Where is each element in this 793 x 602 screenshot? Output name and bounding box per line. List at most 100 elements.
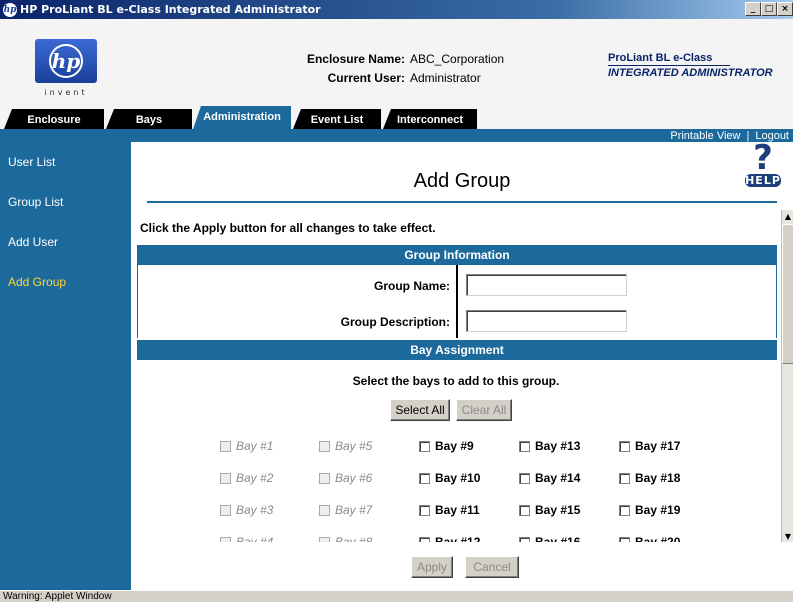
bay-checkbox (220, 504, 231, 516)
form-actions: Apply Cancel (131, 544, 793, 590)
window-titlebar: hp HP ProLiant BL e-Class Integrated Adm… (0, 0, 793, 19)
bay-label: Bay #8 (335, 535, 373, 542)
tab-interconnect[interactable]: Interconnect (383, 109, 477, 129)
bay-checkbox-item: Bay #5 (319, 439, 372, 453)
bay-label: Bay #6 (335, 471, 373, 485)
bay-checkbox[interactable] (619, 440, 630, 452)
bay-label: Bay #16 (535, 535, 581, 542)
hp-logo: hp invent (35, 39, 97, 107)
title-divider (147, 201, 777, 203)
current-user-label: Current User: (327, 71, 405, 85)
bay-label: Bay #15 (535, 503, 581, 517)
page-title: Add Group (413, 170, 511, 192)
form-scroll-area[interactable]: Click the Apply button for all changes t… (131, 210, 781, 542)
sidebar-item-add-group[interactable]: Add Group (8, 276, 88, 289)
bay-checkbox-item: Bay #6 (319, 471, 372, 485)
bay-checkbox-item[interactable]: Bay #9 (419, 439, 474, 453)
help-label: HELP (745, 174, 781, 187)
bay-label: Bay #4 (236, 535, 274, 542)
group-information-header: Group Information (137, 245, 777, 265)
bay-label: Bay #10 (435, 471, 481, 485)
hp-logo-mark: hp (49, 44, 83, 78)
bay-label: Bay #14 (535, 471, 581, 485)
apply-button[interactable]: Apply (411, 556, 453, 578)
bay-checkbox-item[interactable]: Bay #14 (519, 471, 580, 485)
bay-checkbox-item: Bay #2 (220, 471, 273, 485)
sidebar: User List Group List Add User Add Group (0, 142, 131, 590)
close-button[interactable]: × (777, 2, 793, 16)
window-controls: _ □ × (745, 2, 793, 16)
maximize-button[interactable]: □ (761, 2, 777, 16)
select-all-button[interactable]: Select All (390, 399, 450, 421)
bay-checkbox-item[interactable]: Bay #20 (619, 535, 680, 542)
bay-checkbox-item[interactable]: Bay #13 (519, 439, 580, 453)
brand-line-2: INTEGRATED ADMINISTRATOR (608, 67, 773, 79)
bay-label: Bay #19 (635, 503, 681, 517)
scroll-up-arrow-icon[interactable]: ▲ (782, 210, 793, 222)
clear-all-button[interactable]: Clear All (456, 399, 512, 421)
bay-checkbox[interactable] (419, 440, 430, 452)
bay-checkbox[interactable] (619, 472, 630, 484)
bay-checkbox-item: Bay #1 (220, 439, 273, 453)
help-question-glyph: ? (753, 138, 773, 178)
bay-checkbox[interactable] (419, 472, 430, 484)
sidebar-item-group-list[interactable]: Group List (8, 196, 88, 209)
scroll-thumb[interactable] (782, 224, 793, 364)
scroll-down-arrow-icon[interactable]: ▼ (782, 530, 793, 542)
bay-label: Bay #2 (236, 471, 274, 485)
tab-event-list[interactable]: Event List (293, 109, 381, 129)
link-separator: | (746, 129, 750, 142)
enclosure-info: Enclosure Name: ABC_Corporation Current … (300, 52, 504, 90)
page-header: hp invent Enclosure Name: ABC_Corporatio… (0, 19, 793, 109)
bay-checkbox[interactable] (519, 440, 530, 452)
bay-checkbox[interactable] (519, 504, 530, 516)
bay-checkbox-item[interactable]: Bay #18 (619, 471, 680, 485)
bay-checkbox (220, 472, 231, 484)
enclosure-name-label: Enclosure Name: (306, 52, 405, 66)
tab-enclosure[interactable]: Enclosure (4, 109, 104, 129)
bay-checkbox-item[interactable]: Bay #16 (519, 535, 580, 542)
printable-view-link[interactable]: Printable View (670, 130, 740, 142)
bay-checkbox[interactable] (419, 536, 430, 542)
cancel-button[interactable]: Cancel (465, 556, 519, 578)
enclosure-name-value: ABC_Corporation (410, 52, 505, 66)
help-icon[interactable]: ? HELP (739, 138, 787, 190)
group-description-input[interactable] (466, 310, 627, 332)
bay-label: Bay #18 (635, 471, 681, 485)
vertical-scrollbar[interactable]: ▲ ▼ (781, 210, 793, 542)
bay-checkbox[interactable] (619, 504, 630, 516)
bay-checkbox[interactable] (419, 504, 430, 516)
bay-checkbox (319, 472, 330, 484)
minimize-button[interactable]: _ (745, 2, 761, 16)
bay-label: Bay #13 (535, 439, 581, 453)
bay-checkbox (319, 504, 330, 516)
bay-checkbox-item[interactable]: Bay #15 (519, 503, 580, 517)
group-name-label: Group Name: (373, 279, 450, 293)
bay-checkbox[interactable] (519, 536, 530, 542)
bay-checkbox-item[interactable]: Bay #19 (619, 503, 680, 517)
sidebar-item-add-user[interactable]: Add User (8, 236, 88, 249)
bay-checkbox[interactable] (519, 472, 530, 484)
form-column-divider (456, 265, 458, 338)
bay-checkbox[interactable] (619, 536, 630, 542)
bay-label: Bay #12 (435, 535, 481, 542)
bay-checkbox-item: Bay #3 (220, 503, 273, 517)
apply-instruction: Click the Apply button for all changes t… (140, 221, 436, 235)
product-brand: ProLiant BL e-Class INTEGRATED ADMINISTR… (608, 52, 773, 79)
bay-checkbox-item[interactable]: Bay #17 (619, 439, 680, 453)
sidebar-item-user-list[interactable]: User List (8, 156, 88, 169)
main-content: Add Group ? HELP Click the Apply button … (131, 138, 793, 590)
group-name-input[interactable] (466, 274, 627, 296)
bay-checkbox-item[interactable]: Bay #12 (419, 535, 480, 542)
bay-checkbox-item[interactable]: Bay #10 (419, 471, 480, 485)
bay-checkbox-item[interactable]: Bay #11 (419, 503, 480, 517)
bay-selection-instruction: Select the bays to add to this group. (352, 374, 560, 388)
tab-bays[interactable]: Bays (106, 109, 192, 129)
bay-label: Bay #20 (635, 535, 681, 542)
main-tabs: Enclosure Bays Administration Event List… (0, 106, 793, 129)
bay-checkbox-item: Bay #8 (319, 535, 372, 542)
status-bar: Warning: Applet Window (0, 590, 793, 602)
bay-label: Bay #17 (635, 439, 681, 453)
bay-checkbox-item: Bay #4 (220, 535, 273, 542)
tab-administration[interactable]: Administration (193, 106, 291, 129)
